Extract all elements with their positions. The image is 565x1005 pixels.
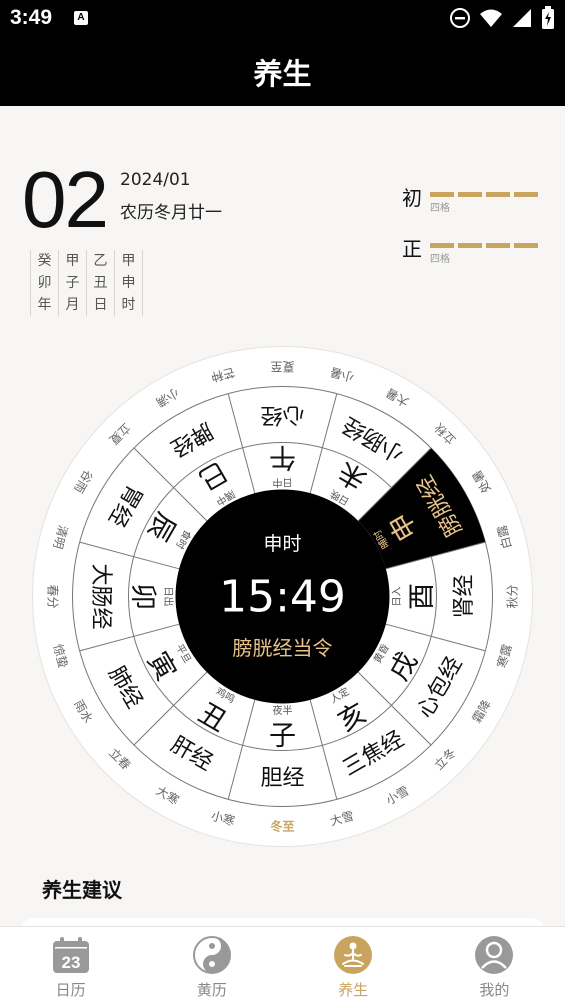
meditation-icon [334, 936, 373, 974]
meridian-wheel-svg[interactable]: 胆经子夜半肝经丑鸡鸣肺经寅平旦大肠经卯日出胃经辰食时脾经巳隅中心经午日中小肠经未… [30, 344, 535, 849]
moon-phase-bars [430, 192, 538, 197]
branch-label: 酉 [407, 583, 438, 610]
tab-label: 养生 [338, 981, 369, 999]
sim-card-icon: A [74, 11, 88, 25]
ganzhi-char: 月 [65, 297, 80, 313]
moon-phase-sub: 四格 [430, 254, 450, 265]
ganzhi-year: 癸 卯 年 [30, 250, 59, 316]
user-icon [475, 936, 514, 974]
advice-title: 养生建议 [42, 878, 122, 902]
calendar-icon: 23 [52, 937, 89, 973]
app-header: 养生 [0, 38, 565, 106]
year-month: 2024/01 [120, 170, 191, 190]
period-label: 日中 [273, 476, 293, 489]
ganzhi-char: 年 [37, 297, 52, 313]
branch-label: 子 [269, 721, 296, 752]
moon-phase-row-1: 初 四格 [402, 186, 538, 214]
tab-profile[interactable]: 我的 [424, 927, 565, 1005]
do-not-disturb-icon [450, 8, 470, 28]
tab-calendar[interactable]: 23 日历 [0, 927, 141, 1005]
moon-phase-row-2: 正 四格 [402, 237, 538, 265]
center-hour-title: 申时 [263, 533, 301, 555]
ganzhi-char: 时 [121, 297, 136, 313]
battery-icon [542, 6, 554, 29]
period-label: 日出 [162, 587, 175, 607]
ganzhi-columns: 癸 卯 年 甲 子 月 乙 丑 日 甲 申 时 [30, 250, 143, 316]
phase-bar [430, 192, 454, 197]
ganzhi-char: 癸 [37, 253, 52, 269]
center-meridian-status: 膀胱经当令 [233, 636, 333, 660]
tab-label: 日历 [55, 981, 86, 999]
ganzhi-char: 卯 [37, 275, 52, 291]
phase-bar [486, 192, 510, 197]
moon-phase-sub: 四格 [430, 203, 450, 214]
meridian-label: 肾经 [452, 574, 477, 618]
ganzhi-char: 申 [121, 275, 136, 291]
ganzhi-hour: 甲 申 时 [115, 250, 143, 316]
period-label: 夜半 [273, 704, 293, 717]
phase-bar [430, 243, 454, 248]
meridian-label: 大肠经 [88, 563, 113, 629]
tab-label: 黄历 [196, 981, 227, 999]
bottom-tab-bar: 23 日历 黄历 养生 我的 [0, 926, 565, 1005]
branch-label: 午 [269, 441, 296, 472]
day-number: 02 [22, 155, 109, 244]
center-time: 15:49 [219, 572, 346, 623]
calendar-badge: 23 [61, 953, 80, 972]
ganzhi-char: 子 [65, 275, 80, 291]
moon-phase-bars [430, 243, 538, 248]
status-bar: 3:49 A [0, 0, 565, 38]
ganzhi-char: 甲 [65, 253, 80, 269]
ganzhi-char: 丑 [93, 275, 108, 291]
tab-health[interactable]: 养生 [283, 927, 424, 1005]
branch-label: 卯 [127, 583, 158, 610]
ganzhi-month: 甲 子 月 [59, 250, 87, 316]
ganzhi-char: 乙 [93, 253, 108, 269]
phase-bar [514, 192, 538, 197]
lunar-date: 农历冬月廿一 [120, 203, 222, 223]
phase-bar [458, 243, 482, 248]
status-time: 3:49 [10, 6, 53, 29]
yin-yang-icon [192, 936, 231, 974]
solar-term-label: 秋分 [506, 584, 520, 608]
phase-bar [514, 243, 538, 248]
solar-term-label: 春分 [46, 584, 60, 608]
ganzhi-char: 甲 [121, 253, 136, 269]
moon-phase-char: 初 [402, 186, 422, 210]
meridian-clock-wheel[interactable]: 胆经子夜半 肝经丑鸡鸣 肺经寅平旦 大肠经卯日出 胃经辰食时 脾经巳隅中 心经午日中 小肠经未… [30, 344, 535, 849]
phase-bar [486, 243, 510, 248]
page-title: 养生 [253, 57, 312, 91]
phase-bar [458, 192, 482, 197]
status-icons [449, 6, 555, 30]
solar-term-label: 冬至 [270, 819, 294, 834]
tab-label: 我的 [479, 981, 510, 999]
meridian-label: 胆经 [260, 766, 304, 791]
moon-phase-char: 正 [402, 237, 422, 261]
ganzhi-day: 乙 丑 日 [87, 250, 115, 316]
solar-term-label: 夏至 [270, 360, 294, 374]
signal-icon [513, 9, 531, 27]
ganzhi-char: 日 [93, 297, 108, 313]
tab-almanac[interactable]: 黄历 [141, 927, 282, 1005]
period-label: 日入 [392, 587, 403, 607]
meridian-label: 心经 [260, 402, 304, 427]
wifi-icon [480, 9, 502, 27]
